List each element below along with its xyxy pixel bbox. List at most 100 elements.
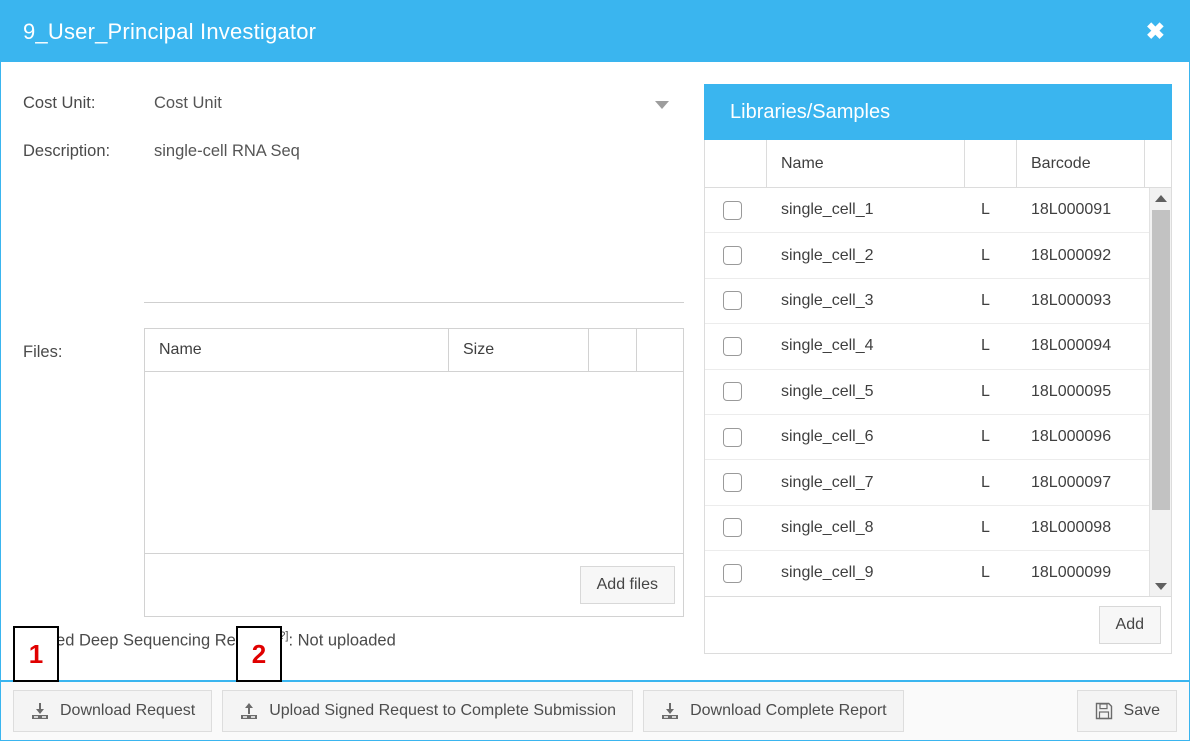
checkbox-icon[interactable] <box>723 200 742 220</box>
row-select-cell[interactable] <box>705 336 767 356</box>
download-complete-report-button[interactable]: Download Complete Report <box>643 690 904 732</box>
row-barcode-cell: 18L000095 <box>1031 382 1112 400</box>
row-barcode-cell: 18L000099 <box>1031 564 1112 582</box>
row-select-cell[interactable] <box>705 200 767 220</box>
checkbox-icon[interactable] <box>723 473 742 493</box>
libraries-table-body: single_cell_1 L 18L000091 single_cell_2 L 18L… <box>705 188 1149 596</box>
row-type-cell: L <box>981 564 990 582</box>
libraries-col-type[interactable] <box>965 140 1017 187</box>
row-name-cell: single_cell_7 <box>781 473 874 491</box>
files-label: Files: <box>23 343 63 361</box>
row-type-cell: L <box>981 518 990 536</box>
checkbox-icon[interactable] <box>723 336 742 356</box>
dialog-window: 9_User_Principal Investigator ✖ Cost Uni… <box>0 0 1190 741</box>
checkbox-icon[interactable] <box>723 291 742 311</box>
left-form-pane: Cost Unit: Cost Unit Description: single… <box>1 62 701 680</box>
row-select-cell[interactable] <box>705 563 767 583</box>
files-table-body <box>144 372 684 554</box>
checkbox-icon[interactable] <box>723 382 742 402</box>
add-library-button[interactable]: Add <box>1098 606 1161 644</box>
table-row[interactable]: single_cell_8 L 18L000098 <box>705 506 1149 552</box>
row-select-cell[interactable] <box>705 473 767 493</box>
signed-request-suffix: : Not uploaded <box>288 631 396 650</box>
description-label: Description: <box>23 142 111 160</box>
row-select-cell[interactable] <box>705 518 767 538</box>
section-divider <box>144 302 684 303</box>
save-button[interactable]: Save <box>1076 690 1177 732</box>
description-field-row: Description: single-cell RNA Seq <box>23 142 683 161</box>
checkbox-icon[interactable] <box>723 246 742 266</box>
row-select-cell[interactable] <box>705 246 767 266</box>
checkbox-icon[interactable] <box>723 427 742 447</box>
table-row[interactable]: single_cell_3 L 18L000093 <box>705 279 1149 325</box>
chevron-down-icon[interactable] <box>655 101 669 109</box>
table-row[interactable]: single_cell_9 L 18L000099 <box>705 551 1149 596</box>
checkbox-icon[interactable] <box>723 563 742 583</box>
add-files-button[interactable]: Add files <box>579 566 675 604</box>
row-barcode-cell: 18L000091 <box>1031 201 1112 219</box>
row-type-cell: L <box>981 337 990 355</box>
row-barcode-cell: 18L000097 <box>1031 473 1112 491</box>
close-icon[interactable]: ✖ <box>1140 18 1171 45</box>
table-row[interactable]: single_cell_2 L 18L000092 <box>705 233 1149 279</box>
table-row[interactable]: single_cell_5 L 18L000095 <box>705 370 1149 415</box>
triangle-up-icon[interactable] <box>1150 188 1171 208</box>
libraries-table-header: Name Barcode <box>704 140 1172 188</box>
floppy-disk-icon <box>1094 701 1114 721</box>
upload-signed-request-button[interactable]: Upload Signed Request to Complete Submis… <box>222 690 634 732</box>
table-row[interactable]: single_cell_4 L 18L000094 <box>705 324 1149 370</box>
upload-icon <box>239 701 259 721</box>
save-label: Save <box>1123 702 1160 719</box>
row-type-cell: L <box>981 428 990 446</box>
libraries-col-name[interactable]: Name <box>767 140 965 187</box>
row-select-cell[interactable] <box>705 291 767 311</box>
annotation-marker-2: 2 <box>236 626 282 682</box>
table-row[interactable]: single_cell_1 L 18L000091 <box>705 188 1149 234</box>
download-icon <box>30 701 50 721</box>
cost-unit-label: Cost Unit: <box>23 94 96 112</box>
libraries-col-extra <box>1145 140 1171 187</box>
triangle-down-icon[interactable] <box>1150 576 1171 596</box>
files-col-name[interactable]: Name <box>145 329 449 371</box>
row-select-cell[interactable] <box>705 382 767 402</box>
files-table-footer: Add files <box>144 554 684 617</box>
files-table: Name Size Add files <box>144 328 684 617</box>
upload-signed-request-label: Upload Signed Request to Complete Submis… <box>269 702 617 719</box>
row-name-cell: single_cell_2 <box>781 246 874 264</box>
libraries-col-barcode[interactable]: Barcode <box>1017 140 1145 187</box>
scrollbar-thumb[interactable] <box>1152 210 1170 510</box>
checkbox-icon[interactable] <box>723 518 742 538</box>
libraries-samples-panel: Libraries/Samples Name Barcode single_ce… <box>704 84 1172 654</box>
download-complete-report-label: Download Complete Report <box>690 702 887 719</box>
dialog-titlebar: 9_User_Principal Investigator ✖ <box>1 1 1189 62</box>
row-barcode-cell: 18L000096 <box>1031 428 1112 446</box>
bottom-toolbar: Download Request Upload Signed Request t… <box>1 680 1189 740</box>
row-type-cell: L <box>981 246 990 264</box>
row-name-cell: single_cell_1 <box>781 201 874 219</box>
libraries-col-select[interactable] <box>705 140 767 187</box>
row-barcode-cell: 18L000092 <box>1031 246 1112 264</box>
row-name-cell: single_cell_9 <box>781 564 874 582</box>
description-value[interactable]: single-cell RNA Seq <box>154 142 300 161</box>
row-type-cell: L <box>981 291 990 309</box>
page-title: 9_User_Principal Investigator <box>23 18 317 44</box>
libraries-panel-title: Libraries/Samples <box>704 84 1172 140</box>
download-request-label: Download Request <box>60 702 196 719</box>
table-row[interactable]: single_cell_7 L 18L000097 <box>705 460 1149 506</box>
annotation-marker-1: 1 <box>13 626 59 682</box>
row-barcode-cell: 18L000098 <box>1031 518 1112 536</box>
row-barcode-cell: 18L000094 <box>1031 337 1112 355</box>
row-name-cell: single_cell_4 <box>781 337 874 355</box>
cost-unit-value[interactable]: Cost Unit <box>154 94 655 113</box>
libraries-vertical-scrollbar[interactable] <box>1149 188 1171 596</box>
row-name-cell: single_cell_5 <box>781 382 874 400</box>
libraries-table-scroll-area: single_cell_1 L 18L000091 single_cell_2 L 18L… <box>704 188 1172 596</box>
files-col-extra-1 <box>589 329 637 371</box>
files-col-size[interactable]: Size <box>449 329 589 371</box>
signed-request-status: Signed Deep Sequencing Request[?]: Not u… <box>23 630 396 651</box>
row-type-cell: L <box>981 382 990 400</box>
row-select-cell[interactable] <box>705 427 767 447</box>
download-request-button[interactable]: Download Request <box>13 690 213 732</box>
table-row[interactable]: single_cell_6 L 18L000096 <box>705 415 1149 461</box>
cost-unit-field-row: Cost Unit: Cost Unit <box>23 94 683 113</box>
